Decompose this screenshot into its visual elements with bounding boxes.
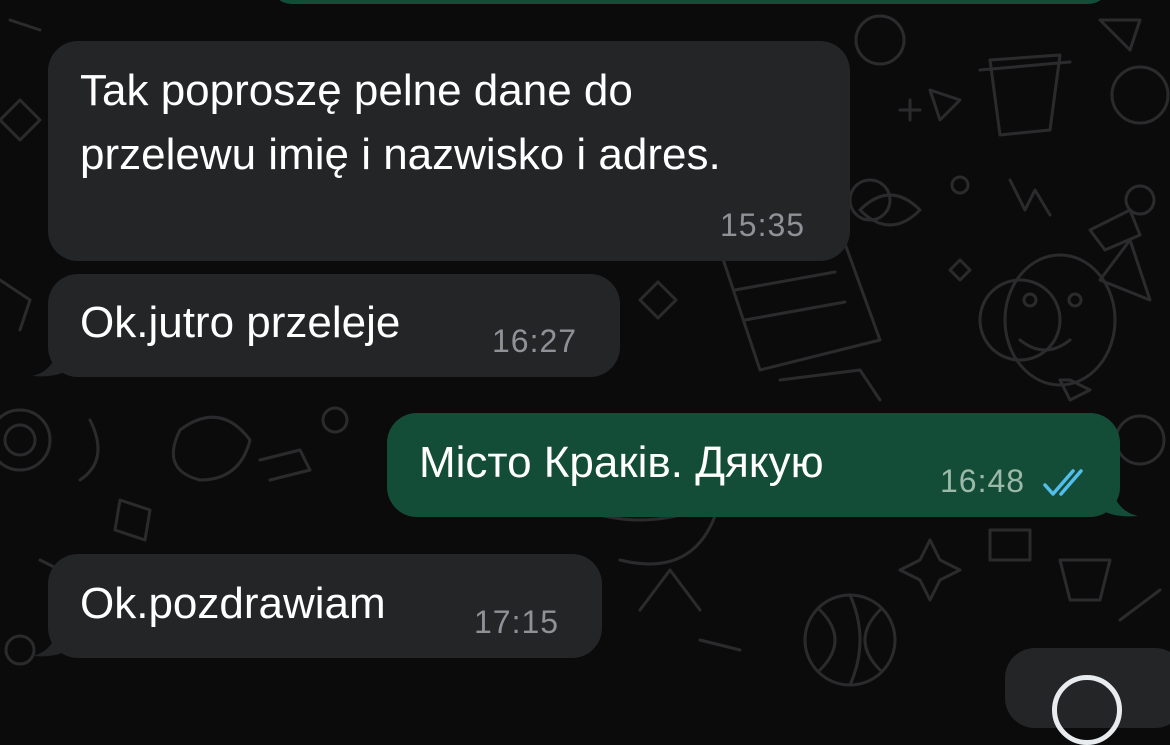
message-text: Ok.pozdrawiam <box>80 579 386 628</box>
message-text: Ok.jutro przeleje <box>80 298 401 347</box>
circle-button-icon[interactable] <box>1052 675 1122 745</box>
message-text-line: Tak poproszę pelne dane do <box>80 66 633 115</box>
message-text-line: przelewu imię i nazwisko i adres. <box>80 130 721 179</box>
message-bubble-incoming[interactable]: Ok.jutro przeleje 16:27 <box>48 274 620 377</box>
message-timestamp: 15:35 <box>720 207 806 243</box>
message-bubble-incoming[interactable]: Ok.pozdrawiam 17:15 <box>48 554 602 658</box>
message-timestamp: 17:15 <box>474 604 560 640</box>
message-bubble-outgoing[interactable]: Місто Краків. Дякую 16:48 <box>387 413 1120 517</box>
message-timestamp: 16:48 <box>940 463 1026 499</box>
message-text: Місто Краків. Дякую <box>419 438 824 487</box>
message-bubble-incoming[interactable]: Tak poproszę pelne dane do przelewu imię… <box>48 41 850 261</box>
message-timestamp: 16:27 <box>492 323 578 359</box>
previous-message-bubble[interactable] <box>270 0 1110 4</box>
double-check-icon <box>1043 469 1083 496</box>
